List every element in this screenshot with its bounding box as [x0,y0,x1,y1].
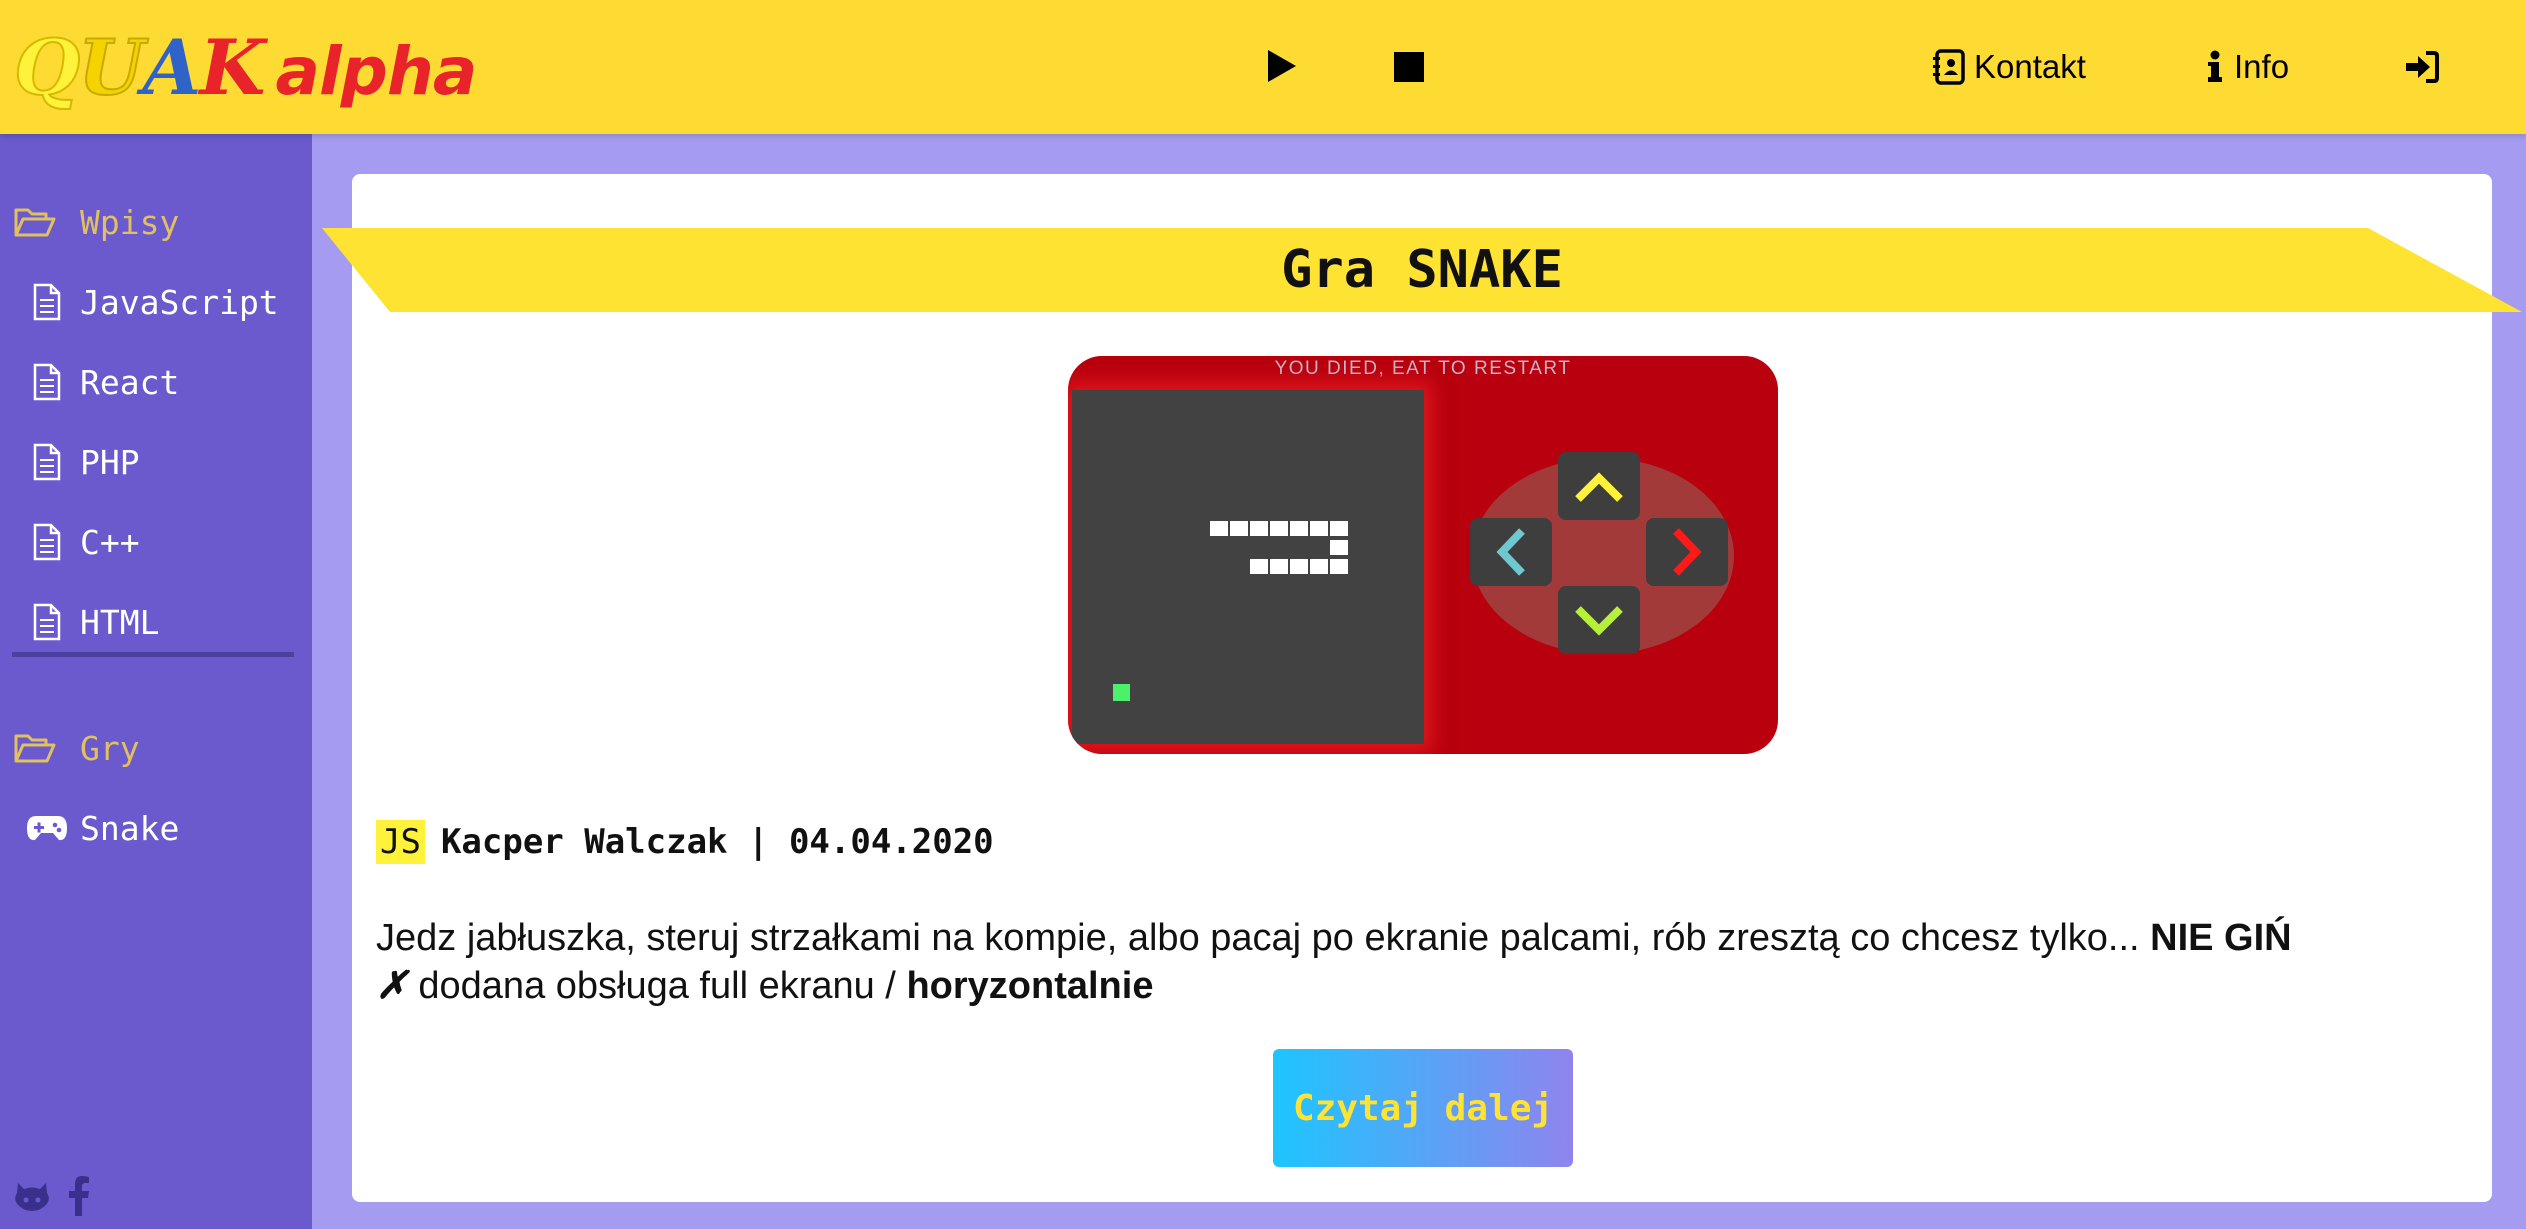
logo-alpha: alpha [275,33,478,110]
dpad-up-button[interactable] [1558,452,1640,520]
snake-game[interactable]: YOU DIED, EAT TO RESTART [1068,356,1778,754]
sidebar-section-label: Wpisy [80,202,180,242]
chevron-left-icon [1496,528,1525,576]
logo-letter-q: Q [13,23,81,112]
excerpt-bold2: horyzontalnie [906,965,1154,1007]
post-meta: JS Kacper Walczak | 04.04.2020 [376,818,994,866]
sidebar-item-php[interactable]: PHP [0,432,312,492]
sidebar-section-wpisy[interactable]: Wpisy [0,192,312,252]
sidebar-section-gry[interactable]: Gry [0,718,312,778]
dpad-right-button[interactable] [1646,518,1728,586]
info-icon [2208,50,2222,82]
sidebar-item-snake[interactable]: Snake [0,798,312,858]
post-byline: Kacper Walczak | 04.04.2020 [440,822,994,862]
sidebar-item-label: HTML [80,602,160,642]
apple-food [1113,684,1130,701]
folder-open-icon [12,205,58,239]
read-more-button[interactable]: Czytaj dalej [1273,1049,1573,1167]
logo-letter-u: U [77,23,145,112]
address-book-icon [1933,49,1965,85]
chevron-down-icon [1575,606,1623,636]
sidebar-item-cpp[interactable]: C++ [0,512,312,572]
js-badge: JS [376,820,425,864]
stop-icon[interactable] [1394,52,1424,82]
folder-open-icon [12,731,58,765]
play-icon[interactable] [1268,50,1296,82]
github-icon[interactable] [12,1174,52,1218]
top-header: Q U A K alpha Kontakt Info [0,0,2526,134]
nav-kontakt[interactable]: Kontakt [1932,44,2086,90]
excerpt-line2: dodana obsługa full ekranu / [407,965,907,1007]
sign-in-icon [2406,51,2439,83]
sidebar-item-label: React [80,362,180,402]
file-text-icon [24,443,70,481]
sidebar-item-javascript[interactable]: JavaScript [0,272,312,332]
x-mark-icon: ✗ [376,965,408,1007]
sidebar-section-label: Gry [80,728,140,768]
file-text-icon [24,283,70,321]
excerpt-text: Jedz jabłuszka, steruj strzałkami na kom… [376,917,2151,959]
sidebar-divider [12,652,294,657]
dpad-left-button[interactable] [1470,518,1552,586]
sidebar-item-html[interactable]: HTML [0,592,312,652]
game-board[interactable] [1072,390,1424,744]
dpad-down-button[interactable] [1558,586,1640,654]
file-text-icon [24,603,70,641]
chevron-right-icon [1673,528,1702,576]
sidebar-item-label: Snake [80,808,180,848]
sidebar: Wpisy JavaScript React PHP C++ HTML Gry … [0,134,312,1229]
sidebar-item-label: C++ [80,522,140,562]
nav-kontakt-label: Kontakt [1974,48,2086,85]
site-logo[interactable]: Q U A K alpha [13,23,478,112]
nav-info[interactable]: Info [2204,44,2289,90]
nav-info-label: Info [2234,48,2290,85]
file-text-icon [24,363,70,401]
game-status-message: YOU DIED, EAT TO RESTART [1274,358,1572,379]
logo-letter-k: K [199,23,265,112]
file-text-icon [24,523,70,561]
login-button[interactable] [2404,44,2448,90]
sidebar-item-label: JavaScript [80,282,279,322]
chevron-up-icon [1575,472,1623,502]
sidebar-item-react[interactable]: React [0,352,312,412]
gamepad-icon [24,814,70,842]
facebook-icon[interactable] [68,1174,90,1218]
post-title[interactable]: Gra SNAKE [322,228,2522,312]
logo-letter-a: A [142,23,201,112]
sidebar-item-label: PHP [80,442,140,482]
excerpt-bold: NIE GIŃ [2150,917,2292,959]
post-excerpt: Jedz jabłuszka, steruj strzałkami na kom… [376,914,2436,1010]
